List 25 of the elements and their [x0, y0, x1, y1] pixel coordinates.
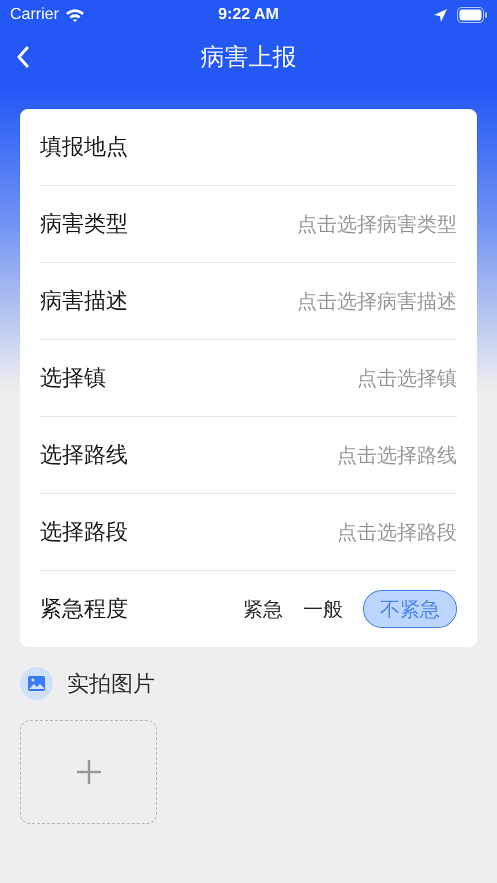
picker-placeholder[interactable]: 点击选择镇: [357, 364, 457, 392]
carrier-label: Carrier: [10, 6, 59, 24]
back-button[interactable]: [16, 46, 30, 68]
field-label: 病害类型: [40, 211, 129, 239]
battery-icon: [457, 7, 488, 23]
clock-time: 9:22 AM: [218, 6, 279, 24]
wifi-icon: [64, 8, 85, 22]
urgency-option[interactable]: 紧急: [243, 590, 283, 628]
urgency-option[interactable]: 不紧急: [363, 590, 457, 628]
field-label: 填报地点: [40, 134, 129, 162]
page-title: 病害上报: [200, 43, 296, 71]
image-icon: [20, 667, 53, 700]
location-arrow-icon: [434, 8, 448, 22]
field-label: 病害描述: [40, 288, 129, 316]
picker-placeholder[interactable]: 点击选择路线: [337, 442, 457, 468]
plus-icon: [76, 759, 102, 785]
field-label: 选择路段: [40, 519, 129, 547]
field-label: 选择镇: [40, 365, 107, 393]
urgency-option[interactable]: 一般: [303, 590, 343, 628]
field-label: 选择路线: [40, 442, 129, 470]
picker-placeholder[interactable]: 点击选择路段: [337, 518, 457, 546]
picker-placeholder[interactable]: 点击选择病害描述: [297, 288, 457, 314]
section-title: 实拍图片: [67, 670, 155, 698]
picker-placeholder[interactable]: 点击选择病害类型: [297, 210, 457, 238]
field-label: 紧急程度: [40, 596, 129, 624]
